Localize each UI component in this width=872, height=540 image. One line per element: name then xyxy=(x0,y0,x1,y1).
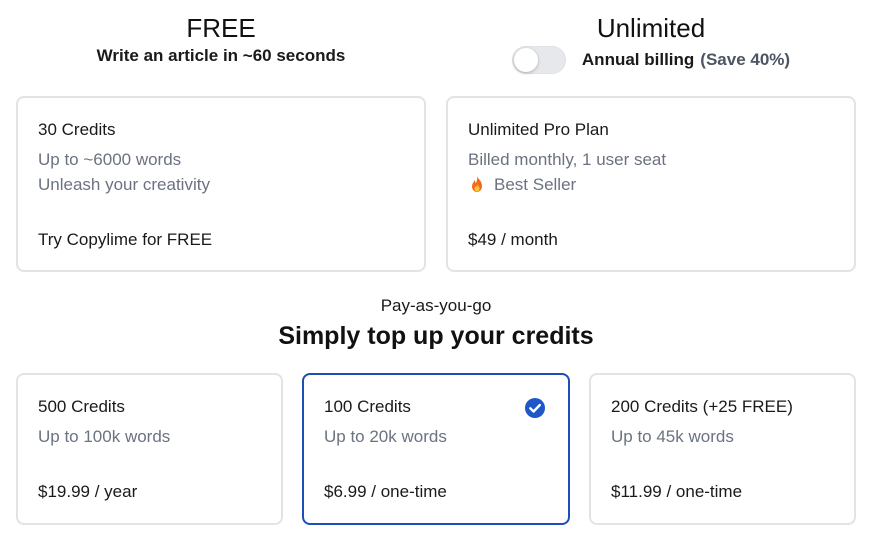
fire-icon xyxy=(472,176,482,192)
credit-option-100[interactable]: 100 Credits Up to 20k words $6.99 / one-… xyxy=(302,373,570,525)
credit-option-200[interactable]: 200 Credits (+25 FREE) Up to 45k words $… xyxy=(589,373,856,525)
annual-billing-label: Annual billing xyxy=(581,50,695,69)
card-description: Up to 45k words xyxy=(611,427,734,446)
annual-billing-toggle[interactable] xyxy=(511,46,566,74)
pay-as-you-go-kicker: Pay-as-you-go xyxy=(380,296,492,315)
card-price: $6.99 / one-time xyxy=(324,482,447,501)
card-title: Unlimited Pro Plan xyxy=(468,120,609,139)
free-plan-subtitle: Write an article in ~60 seconds xyxy=(96,46,346,65)
pay-as-you-go-title: Simply top up your credits xyxy=(278,322,594,350)
card-price: $11.99 / one-time xyxy=(611,482,743,501)
unlimited-pro-card[interactable]: Unlimited Pro Plan Billed monthly, 1 use… xyxy=(446,96,856,272)
card-title: 30 Credits xyxy=(38,120,116,139)
unlimited-plan-header: Unlimited Annual billing (Save 40%) xyxy=(446,12,856,74)
card-description: Up to ~6000 words xyxy=(38,150,182,169)
card-tagline: Unleash your creativity xyxy=(38,175,210,194)
annual-billing-save: (Save 40%) xyxy=(700,50,791,69)
selected-check-icon xyxy=(525,398,545,418)
card-price: $49 / month xyxy=(468,230,558,249)
credit-option-500[interactable]: 500 Credits Up to 100k words $19.99 / ye… xyxy=(16,373,283,525)
best-seller-label: Best Seller xyxy=(494,175,577,194)
card-price: $19.99 / year xyxy=(38,482,138,501)
unlimited-plan-title: Unlimited xyxy=(596,13,706,43)
card-title: 200 Credits (+25 FREE) xyxy=(611,397,793,416)
free-plan-title: FREE xyxy=(186,13,256,43)
free-credits-card[interactable]: 30 Credits Up to ~6000 words Unleash you… xyxy=(16,96,426,272)
card-title: 500 Credits xyxy=(38,397,125,416)
card-description: Up to 100k words xyxy=(38,427,171,446)
card-description: Up to 20k words xyxy=(324,427,447,446)
free-plan-header: FREE Write an article in ~60 seconds xyxy=(16,12,426,66)
card-description: Billed monthly, 1 user seat xyxy=(468,150,667,169)
card-title: 100 Credits xyxy=(324,397,411,416)
annual-billing-row: Annual billing (Save 40%) xyxy=(446,46,856,74)
best-seller-badge: Best Seller xyxy=(468,175,576,195)
card-cta: Try Copylime for FREE xyxy=(38,230,213,249)
toggle-knob xyxy=(513,48,538,72)
pay-as-you-go-header: Pay-as-you-go Simply top up your credits xyxy=(0,296,872,351)
